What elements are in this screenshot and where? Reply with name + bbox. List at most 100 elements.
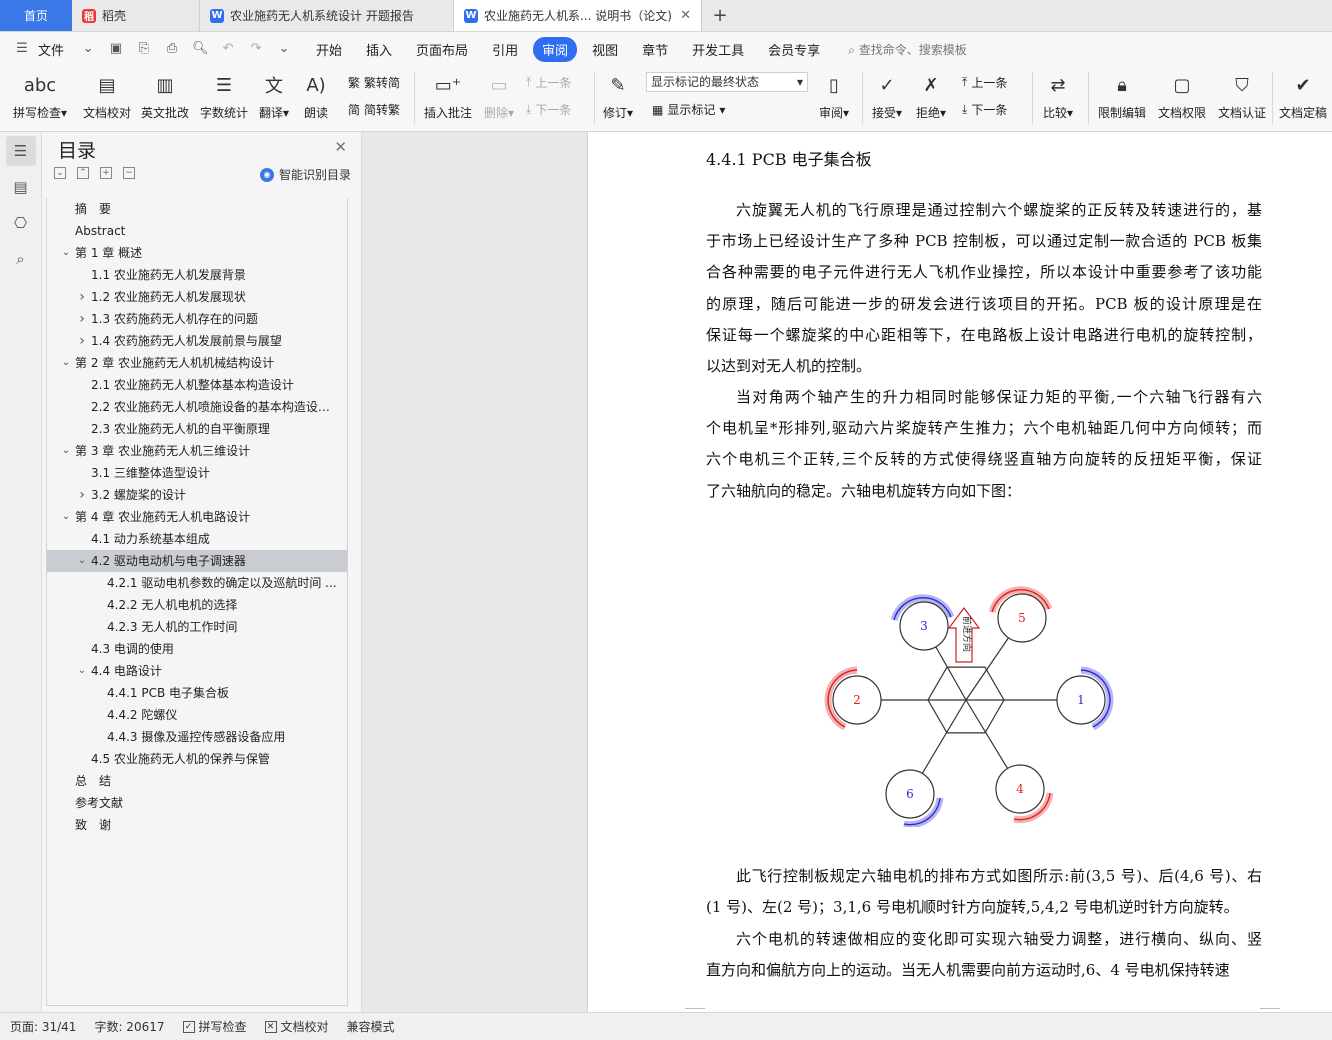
- toc-item[interactable]: 4.4.1 PCB 电子集合板: [47, 682, 347, 704]
- toc-item[interactable]: 3.1 三维整体造型设计: [47, 462, 347, 484]
- restrict-edit-button[interactable]: 🔒︎ 限制编辑: [1094, 70, 1150, 121]
- tab-home[interactable]: 首页: [0, 0, 72, 31]
- toc-item[interactable]: 4.2.1 驱动电机参数的确定以及巡航时间 ...: [47, 572, 347, 594]
- bookmark-icon[interactable]: ⎔: [6, 208, 36, 238]
- prev-change-button[interactable]: ⤒ 上一条: [962, 74, 1007, 91]
- review-pane-button[interactable]: ▯ 审阅▾: [816, 70, 852, 121]
- chevron-right-icon[interactable]: ›: [77, 308, 87, 330]
- toc-item[interactable]: › 1.3 农药施药无人机存在的问题: [47, 308, 347, 330]
- simp-to-trad-button[interactable]: 简简转繁: [348, 101, 400, 118]
- print-icon[interactable]: ⎙: [164, 41, 180, 57]
- toc-item[interactable]: 2.1 农业施药无人机整体基本构造设计: [47, 374, 347, 396]
- toc-item[interactable]: 4.4.2 陀螺仪: [47, 704, 347, 726]
- add-heading-icon[interactable]: +: [100, 167, 112, 179]
- redo-icon[interactable]: ↷: [248, 41, 264, 57]
- close-icon[interactable]: ✕: [334, 138, 347, 156]
- toc-item[interactable]: ⌄ 第 4 章 农业施药无人机电路设计: [47, 506, 347, 528]
- save-icon[interactable]: ▣: [108, 41, 124, 57]
- menu-chapter[interactable]: 章节: [633, 37, 677, 62]
- prev-comment-button[interactable]: ⤒ 上一条: [526, 74, 571, 91]
- undo-icon[interactable]: ↶: [220, 41, 236, 57]
- toc-item[interactable]: ⌄ 4.4 电路设计: [47, 660, 347, 682]
- chevron-down-icon[interactable]: ⌄: [61, 242, 71, 264]
- document-page[interactable]: 4.4.1 PCB 电子集合板 六旋翼无人机的飞行原理是通过控制六个螺旋桨的正反…: [587, 132, 1332, 1012]
- print-preview-icon[interactable]: 🔍︎: [192, 41, 209, 57]
- toc-item[interactable]: 摘 要: [47, 198, 347, 220]
- toc-item[interactable]: 4.2.2 无人机电机的选择: [47, 594, 347, 616]
- menu-member[interactable]: 会员专享: [759, 37, 829, 62]
- search-icon[interactable]: ⌕: [6, 244, 36, 274]
- menu-insert[interactable]: 插入: [357, 37, 401, 62]
- expand-all-icon[interactable]: ⌃: [77, 167, 89, 179]
- toc-item[interactable]: 致 谢: [47, 814, 347, 836]
- doc-proof-status[interactable]: ✕ 文档校对: [264, 1018, 329, 1035]
- next-comment-button[interactable]: ⤓ 下一条: [526, 101, 571, 118]
- tab-docer[interactable]: 稻稻壳: [72, 0, 200, 31]
- toc-item[interactable]: 2.3 农业施药无人机的自平衡原理: [47, 418, 347, 440]
- toc-item[interactable]: ⌄ 第 2 章 农业施药无人机机械结构设计: [47, 352, 347, 374]
- menu-start[interactable]: 开始: [307, 37, 351, 62]
- doc-finalize-button[interactable]: ✔ 文档定稿: [1276, 70, 1330, 121]
- toc-item[interactable]: 1.1 农业施药无人机发展背景: [47, 264, 347, 286]
- chevron-down-icon[interactable]: ⌄: [61, 352, 71, 374]
- spell-check-button[interactable]: abc 拼写检查▾: [10, 70, 70, 121]
- chevron-down-icon[interactable]: ⌄: [77, 550, 87, 572]
- toc-panel-icon[interactable]: ☰: [5, 136, 36, 166]
- customize-toolbar-icon[interactable]: ⌄: [276, 41, 292, 57]
- toc-item[interactable]: 4.4.3 摄像及遥控传感器设备应用: [47, 726, 347, 748]
- delete-comment-button[interactable]: ▭ 删除▾: [480, 70, 518, 121]
- menu-page-layout[interactable]: 页面布局: [407, 37, 477, 62]
- toc-item[interactable]: ⌄ 第 1 章 概述: [47, 242, 347, 264]
- word-count[interactable]: 字数: 20617: [94, 1018, 164, 1035]
- tab-thesis-document[interactable]: W 农业施药无人机系... 说明书（论文) ✕: [454, 0, 702, 31]
- doc-proof-button[interactable]: ▤ 文档校对: [80, 70, 134, 121]
- toc-item[interactable]: 参考文献: [47, 792, 347, 814]
- toc-item[interactable]: 4.5 农业施药无人机的保养与保管: [47, 748, 347, 770]
- navigation-panel-icon[interactable]: ▤: [6, 172, 36, 202]
- compare-button[interactable]: ⇄ 比较▾: [1038, 70, 1078, 121]
- doc-permission-button[interactable]: ▢ 文档权限: [1154, 70, 1210, 121]
- english-review-button[interactable]: ▥ 英文批改: [140, 70, 190, 121]
- chevron-right-icon[interactable]: ›: [77, 286, 87, 308]
- toc-item[interactable]: Abstract: [47, 220, 347, 242]
- menu-review[interactable]: 审阅: [533, 36, 578, 62]
- track-changes-button[interactable]: ✎ 修订▾: [600, 70, 636, 121]
- chevron-down-icon[interactable]: ⌄: [80, 41, 96, 57]
- command-search[interactable]: ⌕ 查找命令、搜索模板: [848, 41, 967, 58]
- toc-item[interactable]: 4.2.3 无人机的工作时间: [47, 616, 347, 638]
- remove-heading-icon[interactable]: −: [123, 167, 135, 179]
- toc-item[interactable]: ⌄ 第 3 章 农业施药无人机三维设计: [47, 440, 347, 462]
- tab-proposal-report[interactable]: W 农业施药无人机系统设计 开题报告: [200, 0, 454, 31]
- smart-toc-button[interactable]: ◉ 智能识别目录: [259, 166, 351, 183]
- markup-state-select[interactable]: 显示标记的最终状态 ▾: [646, 72, 808, 92]
- toc-item[interactable]: 总 结: [47, 770, 347, 792]
- spell-check-status[interactable]: ✓ 拼写检查: [182, 1018, 247, 1035]
- file-menu[interactable]: 文件: [38, 40, 64, 59]
- menu-references[interactable]: 引用: [483, 37, 527, 62]
- read-aloud-button[interactable]: A) 朗读: [300, 70, 332, 121]
- toc-item[interactable]: 4.3 电调的使用: [47, 638, 347, 660]
- toc-item[interactable]: › 3.2 螺旋桨的设计: [47, 484, 347, 506]
- new-tab-button[interactable]: +: [702, 0, 738, 31]
- hamburger-menu-icon[interactable]: ☰: [14, 41, 30, 57]
- reject-button[interactable]: ✗ 拒绝▾: [912, 70, 950, 121]
- menu-view[interactable]: 视图: [583, 37, 627, 62]
- accept-button[interactable]: ✓ 接受▾: [868, 70, 906, 121]
- toc-item[interactable]: › 1.4 农药施药无人机发展前景与展望: [47, 330, 347, 352]
- collapse-all-icon[interactable]: ⌄: [54, 167, 66, 179]
- translate-button[interactable]: 文翻译▾: [256, 70, 292, 121]
- chevron-down-icon[interactable]: ⌄: [61, 506, 71, 528]
- chevron-down-icon[interactable]: ⌄: [61, 440, 71, 462]
- chevron-right-icon[interactable]: ›: [77, 330, 87, 352]
- next-change-button[interactable]: ⤓ 下一条: [962, 101, 1007, 118]
- toc-item[interactable]: › 1.2 农业施药无人机发展现状: [47, 286, 347, 308]
- menu-developer[interactable]: 开发工具: [683, 37, 753, 62]
- close-tab-icon[interactable]: ✕: [680, 8, 691, 23]
- chevron-down-icon[interactable]: ⌄: [77, 660, 87, 682]
- toc-item[interactable]: 2.2 农业施药无人机喷施设备的基本构造设计 ...: [47, 396, 347, 418]
- trad-to-simp-button[interactable]: 繁繁转简: [348, 74, 400, 91]
- insert-comment-button[interactable]: ▭⁺ 插入批注: [420, 70, 476, 121]
- word-count-button[interactable]: ☰ 字数统计: [198, 70, 250, 121]
- page-indicator[interactable]: 页面: 31/41: [10, 1018, 76, 1035]
- chevron-right-icon[interactable]: ›: [77, 484, 87, 506]
